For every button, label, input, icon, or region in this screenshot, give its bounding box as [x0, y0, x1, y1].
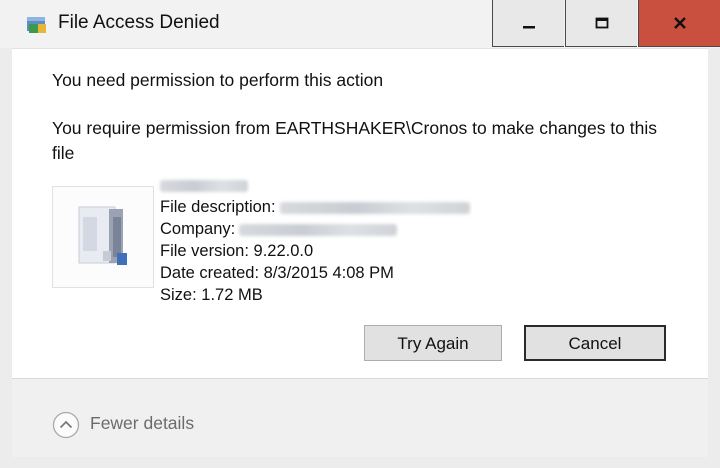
chevron-up-circle-icon[interactable] — [52, 411, 80, 439]
cancel-button[interactable]: Cancel — [524, 325, 666, 361]
minimize-button[interactable] — [492, 0, 564, 47]
file-version-value: 9.22.0.0 — [253, 242, 314, 260]
date-created-value: 8/3/2015 4:08 PM — [263, 264, 394, 282]
dialog-heading: You need permission to perform this acti… — [52, 70, 384, 90]
close-button[interactable] — [638, 0, 720, 47]
file-version-row: File version: 9.22.0.0 — [160, 240, 470, 262]
file-icon — [78, 206, 127, 265]
file-description-label: File description: — [160, 198, 276, 216]
file-details: File description: Company: File version:… — [160, 174, 470, 306]
size-label: Size: — [160, 286, 197, 304]
maximize-icon — [595, 17, 608, 29]
company-row: Company: — [160, 218, 470, 240]
minimize-icon — [522, 26, 535, 29]
company-redacted — [239, 223, 398, 236]
dialog-message: You require permission from EARTHSHAKER\… — [52, 118, 657, 163]
maximize-button[interactable] — [565, 0, 637, 47]
file-version-label: File version: — [160, 242, 249, 260]
size-value: 1.72 MB — [201, 286, 263, 304]
size-row: Size: 1.72 MB — [160, 284, 470, 306]
title-bar[interactable]: File Access Denied — [0, 0, 720, 49]
file-thumbnail — [52, 186, 154, 288]
file-description-redacted — [279, 201, 470, 214]
shield-folder-icon — [26, 14, 48, 34]
fewer-details-link[interactable]: Fewer details — [90, 413, 194, 434]
file-description-row: File description: — [160, 196, 470, 218]
window-title: File Access Denied — [58, 12, 220, 33]
date-created-row: Date created: 8/3/2015 4:08 PM — [160, 262, 470, 284]
try-again-button[interactable]: Try Again — [364, 325, 502, 361]
date-created-label: Date created: — [160, 264, 260, 282]
details-footer: Fewer details — [12, 378, 708, 457]
close-icon — [673, 17, 686, 29]
file-name-redacted — [160, 179, 248, 192]
company-label: Company: — [160, 220, 236, 238]
file-name-row — [160, 174, 470, 196]
